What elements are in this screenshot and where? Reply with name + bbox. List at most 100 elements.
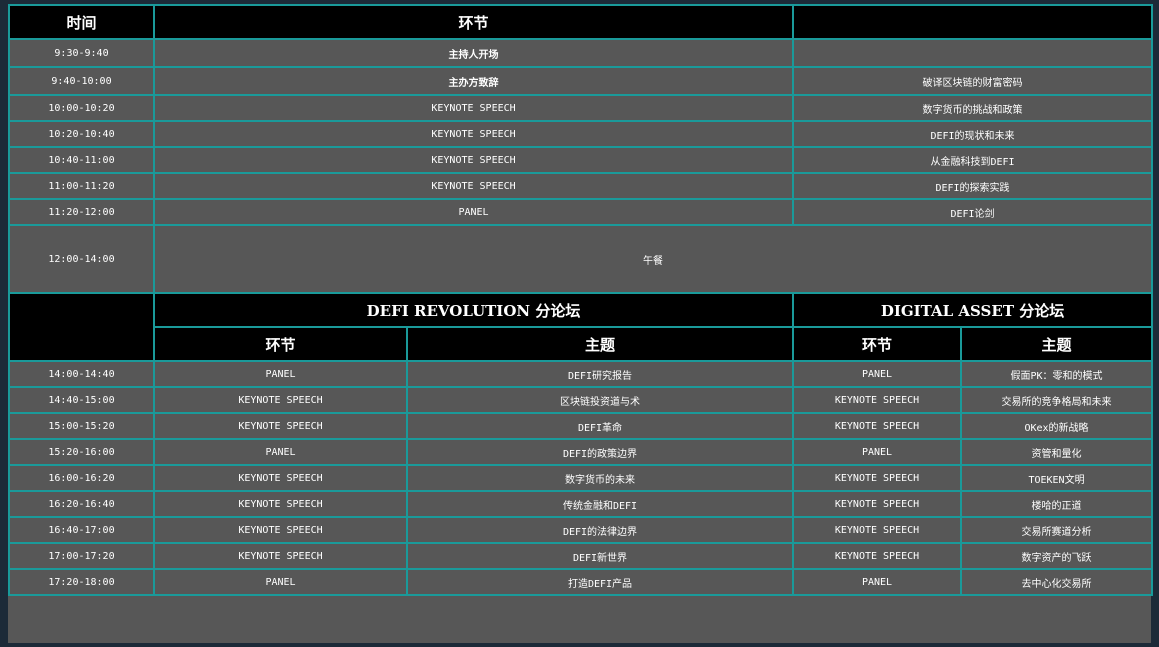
time-cell: 16:40-17:00 — [8, 516, 155, 544]
left-topic-cell: DEFI革命 — [405, 412, 795, 440]
morning-row: 10:00-10:20 KEYNOTE SPEECH 数字货币的挑战和政策 — [8, 94, 1154, 122]
time-cell: 16:00-16:20 — [8, 464, 155, 492]
morning-row: 10:40-11:00 KEYNOTE SPEECH 从金融科技到DEFI — [8, 146, 1154, 174]
segment-cell: 主办方致辞 — [152, 66, 795, 96]
right-topic-cell: 数字资产的飞跃 — [960, 542, 1154, 570]
header-segment: 环节 — [152, 4, 795, 40]
left-topic-cell: DEFI研究报告 — [405, 360, 795, 388]
time-cell: 10:40-11:00 — [8, 146, 155, 174]
left-topic-cell: 数字货币的未来 — [405, 464, 795, 492]
morning-row: 10:20-10:40 KEYNOTE SPEECH DEFI的现状和未来 — [8, 120, 1154, 148]
afternoon-row: 16:00-16:20 KEYNOTE SPEECH 数字货币的未来 KEYNOTE … — [8, 464, 1154, 492]
time-cell: 17:00-17:20 — [8, 542, 155, 570]
time-cell: 16:20-16:40 — [8, 490, 155, 518]
header-row: 时间 环节 — [8, 4, 1154, 40]
left-segment-cell: PANEL — [153, 360, 408, 388]
left-topic-cell: 区块链投资道与术 — [405, 386, 795, 414]
schedule-table: 时间 环节 9:30-9:40 主持人开场 9:40-10:00 主办方致辞 破译区块链… — [8, 4, 1154, 596]
lunch-row: 12:00-14:00 午餐 — [8, 224, 1154, 294]
left-segment-cell: PANEL — [153, 568, 408, 596]
segment-cell: KEYNOTE SPEECH — [152, 94, 795, 122]
time-cell: 14:40-15:00 — [8, 386, 155, 414]
afternoon-row: 14:00-14:40 PANEL DEFI研究报告 PANEL 假面PK：零和的模式 — [8, 360, 1154, 388]
left-segment-cell: KEYNOTE SPEECH — [153, 412, 408, 440]
time-cell: 15:00-15:20 — [8, 412, 155, 440]
right-topic-header: 主题 — [960, 326, 1154, 362]
topic-cell: DEFI的现状和未来 — [792, 120, 1154, 148]
right-segment-cell: KEYNOTE SPEECH — [792, 464, 963, 492]
left-topic-cell: DEFI的法律边界 — [405, 516, 795, 544]
morning-row: 11:20-12:00 PANEL DEFI论剑 — [8, 198, 1154, 226]
right-segment-cell: KEYNOTE SPEECH — [792, 490, 963, 518]
topic-cell — [792, 38, 1154, 68]
time-cell: 11:00-11:20 — [8, 172, 155, 200]
right-segment-cell: KEYNOTE SPEECH — [792, 386, 963, 414]
segment-cell: PANEL — [152, 198, 795, 226]
time-cell: 17:20-18:00 — [8, 568, 155, 596]
morning-row: 9:40-10:00 主办方致辞 破译区块链的财富密码 — [8, 66, 1154, 96]
right-segment-cell: KEYNOTE SPEECH — [792, 412, 963, 440]
left-segment-cell: KEYNOTE SPEECH — [153, 542, 408, 570]
right-topic-cell: 假面PK：零和的模式 — [960, 360, 1154, 388]
morning-row: 11:00-11:20 KEYNOTE SPEECH DEFI的探索实践 — [8, 172, 1154, 200]
right-topic-cell: 资管和量化 — [960, 438, 1154, 466]
topic-cell: 从金融科技到DEFI — [792, 146, 1154, 174]
right-topic-cell: 去中心化交易所 — [960, 568, 1154, 596]
blank-time-header — [8, 292, 155, 362]
afternoon-row: 16:40-17:00 KEYNOTE SPEECH DEFI的法律边界 KEYNOT… — [8, 516, 1154, 544]
time-cell: 9:30-9:40 — [8, 38, 155, 68]
afternoon-row: 17:00-17:20 KEYNOTE SPEECH DEFI新世界 KEYNOTE … — [8, 542, 1154, 570]
morning-row: 9:30-9:40 主持人开场 — [8, 38, 1154, 68]
header-topic — [792, 4, 1154, 40]
right-segment-cell: KEYNOTE SPEECH — [792, 542, 963, 570]
forum-header-row: 环节 主题 环节 主题 — [9, 326, 1154, 362]
left-segment-cell: KEYNOTE SPEECH — [153, 464, 408, 492]
right-segment-cell: PANEL — [792, 360, 963, 388]
right-segment-cell: PANEL — [792, 568, 963, 596]
lunch-time-cell: 12:00-14:00 — [8, 224, 155, 294]
time-cell: 10:00-10:20 — [8, 94, 155, 122]
segment-cell: KEYNOTE SPEECH — [152, 172, 795, 200]
afternoon-row: 15:00-15:20 KEYNOTE SPEECH DEFI革命 KEYNOTE S… — [8, 412, 1154, 440]
right-topic-cell: 交易所的竞争格局和未来 — [960, 386, 1154, 414]
left-segment-header: 环节 — [153, 326, 408, 362]
left-topic-cell: DEFI新世界 — [405, 542, 795, 570]
forum-title-right: DIGITAL ASSET 分论坛 — [792, 292, 1154, 328]
header-time: 时间 — [8, 4, 155, 40]
time-cell: 14:00-14:40 — [8, 360, 155, 388]
topic-cell: DEFI的探索实践 — [792, 172, 1154, 200]
time-cell: 9:40-10:00 — [8, 66, 155, 96]
time-cell: 11:20-12:00 — [8, 198, 155, 226]
left-topic-cell: 打造DEFI产品 — [405, 568, 795, 596]
afternoon-row: 14:40-15:00 KEYNOTE SPEECH 区块链投资道与术 KEYNOTE… — [8, 386, 1154, 414]
time-cell: 10:20-10:40 — [8, 120, 155, 148]
schedule-container: 时间 环节 9:30-9:40 主持人开场 9:40-10:00 主办方致辞 破译区块链… — [8, 4, 1154, 643]
right-segment-header: 环节 — [792, 326, 963, 362]
right-topic-cell: 楼哈的正道 — [960, 490, 1154, 518]
left-segment-cell: KEYNOTE SPEECH — [153, 516, 408, 544]
forum-title-left: DEFI REVOLUTION 分论坛 — [152, 292, 795, 328]
left-segment-cell: KEYNOTE SPEECH — [153, 490, 408, 518]
right-topic-cell: 交易所赛道分析 — [960, 516, 1154, 544]
right-topic-cell: TOEKEN文明 — [960, 464, 1154, 492]
segment-cell: KEYNOTE SPEECH — [152, 120, 795, 148]
segment-cell: 主持人开场 — [152, 38, 795, 68]
right-segment-cell: PANEL — [792, 438, 963, 466]
lunch-label: 午餐 — [152, 224, 1154, 294]
time-cell: 15:20-16:00 — [8, 438, 155, 466]
afternoon-row: 15:20-16:00 PANEL DEFI的政策边界 PANEL 资管和量化 — [8, 438, 1154, 466]
left-segment-cell: PANEL — [153, 438, 408, 466]
left-segment-cell: KEYNOTE SPEECH — [153, 386, 408, 414]
topic-cell: 数字货币的挑战和政策 — [792, 94, 1154, 122]
right-segment-cell: KEYNOTE SPEECH — [792, 516, 963, 544]
topic-cell: DEFI论剑 — [792, 198, 1154, 226]
forum-title-row: DEFI REVOLUTION 分论坛 DIGITAL ASSET 分论坛 — [8, 292, 1154, 362]
afternoon-row: 16:20-16:40 KEYNOTE SPEECH 传统金融和DEFI KEYNOT… — [8, 490, 1154, 518]
topic-cell: 破译区块链的财富密码 — [792, 66, 1154, 96]
afternoon-row: 17:20-18:00 PANEL 打造DEFI产品 PANEL 去中心化交易所 — [8, 568, 1154, 596]
right-topic-cell: OKex的新战略 — [960, 412, 1154, 440]
left-topic-cell: 传统金融和DEFI — [405, 490, 795, 518]
segment-cell: KEYNOTE SPEECH — [152, 146, 795, 174]
left-topic-cell: DEFI的政策边界 — [405, 438, 795, 466]
left-topic-header: 主题 — [405, 326, 795, 362]
